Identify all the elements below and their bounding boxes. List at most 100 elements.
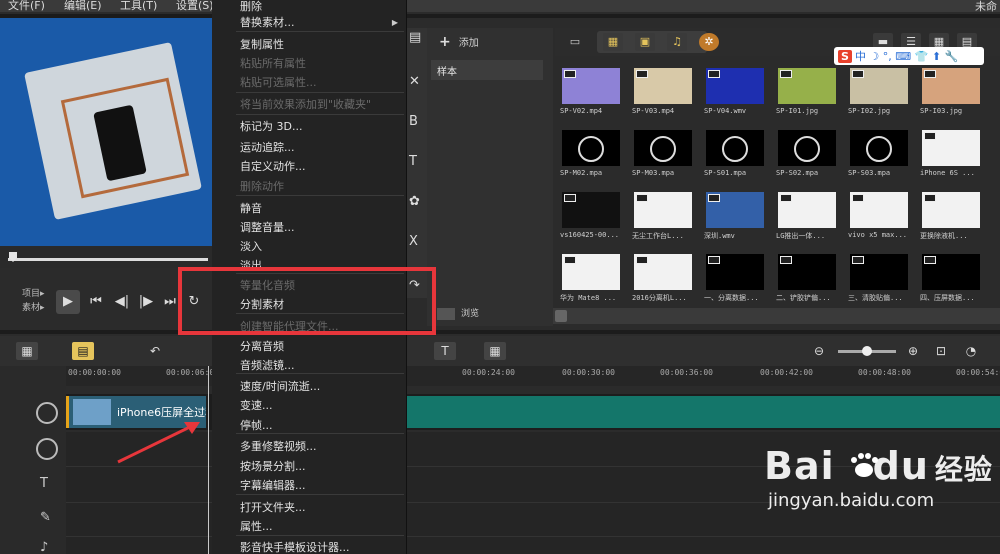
ime-toolbar[interactable]: S中 ☽ °, ⌨ 👕 ⬆ 🔧 [834,47,984,65]
media-icon[interactable]: ▤ [409,30,421,45]
reel-icon[interactable]: ✲ [699,33,719,51]
library-tile[interactable]: SP-V03.mp4 [632,66,694,124]
library-tile[interactable]: 华为 Mate8 ... [560,252,622,310]
library-tile[interactable]: vs160425-00... [560,190,622,248]
video-track-icon[interactable] [36,402,58,424]
next-frame-icon[interactable]: |▶ [136,292,156,312]
library-tile[interactable]: iPhone 6S ... [920,128,982,186]
library-tile[interactable]: 一、分离数据... [704,252,766,310]
menu-item-17[interactable]: 分离音频 [240,338,284,354]
library-tile[interactable]: SP-S02.mpa [776,128,838,186]
mode-clip[interactable]: 素材▸ [22,301,45,315]
menu-item-7[interactable]: 运动追踪... [240,139,295,155]
video-clip-selected[interactable] [406,396,1000,428]
film-icon [852,256,864,264]
image-filter-icon[interactable]: ▣ [635,33,655,51]
browse-button[interactable]: 浏览 [437,306,479,320]
menu-item-19[interactable]: 速度/时间流逝... [240,378,320,394]
menu-item-24[interactable]: 字幕编辑器... [240,477,306,493]
library-scrollbar[interactable] [553,308,1000,324]
library-tile[interactable]: SP-V02.mp4 [560,66,622,124]
menu-separator [236,535,404,536]
transition-icon[interactable]: ✕ [409,74,420,89]
library-tile[interactable]: SP-M02.mpa [560,128,622,186]
title-t-icon[interactable]: T [409,154,417,169]
menu-tools[interactable]: 工具(T) [120,0,157,13]
folder-icon[interactable]: ▭ [565,33,585,51]
menu-edit[interactable]: 编辑(E) [64,0,102,13]
tile-caption: SP-M02.mpa [560,169,603,177]
library-tile[interactable]: SP-I01.jpg [776,66,838,124]
library-tile[interactable]: 更换除液机... [920,190,982,248]
menu-item-18[interactable]: 音频滤镜... [240,357,295,373]
menu-item-12[interactable]: 淡入 [240,238,262,254]
library-tile[interactable]: SP-I03.jpg [920,66,982,124]
zoom-slider[interactable] [838,346,896,356]
multi-track-icon[interactable]: ▦ [484,342,506,360]
tile-caption: SP-V03.mp4 [632,107,675,115]
title-b-icon[interactable]: B [409,114,418,129]
end-icon[interactable]: ⏭ [160,292,180,312]
menu-item-26[interactable]: 属性... [240,518,273,534]
menu-item-8[interactable]: 自定义动作... [240,158,306,174]
menu-item-10[interactable]: 静音 [240,200,262,216]
tile-caption: 无尘工作台L... [632,232,684,240]
scrubber-track[interactable] [8,258,208,261]
clock-icon[interactable]: ◔ [960,342,982,360]
library-tile[interactable]: 三、清胶贴偏... [848,252,910,310]
music-track-icon[interactable]: ♪ [40,540,48,554]
audio-filter-icon[interactable]: ♫ [667,33,687,51]
menu-item-6[interactable]: 标记为 3D... [240,118,302,134]
library-tile[interactable]: 深圳.wmv [704,190,766,248]
menu-item-11[interactable]: 调整音量... [240,219,295,235]
storyboard-view-icon[interactable]: ▦ [16,342,38,360]
start-icon[interactable]: ⏮ [86,292,106,312]
library-tile[interactable]: 2016分离机L... [632,252,694,310]
menu-item-2[interactable]: 复制属性 [240,36,284,52]
library-tile[interactable]: 二、铲胶铲偏... [776,252,838,310]
prev-frame-icon[interactable]: ◀| [112,292,132,312]
library-tile[interactable]: 无尘工作台L... [632,190,694,248]
library-tile[interactable]: SP-V04.wmv [704,66,766,124]
tile-thumbnail [778,192,836,228]
fit-icon[interactable]: ⊡ [930,342,952,360]
overlay-track-icon[interactable] [36,438,58,460]
mode-project[interactable]: 项目▸ [22,287,45,301]
menu-item-22[interactable]: 多重修整视频... [240,438,317,454]
title-track-label-icon[interactable]: T [40,476,48,491]
play-icon[interactable]: ▶ [56,290,80,314]
menu-item-0[interactable]: 删除 [240,0,262,14]
library-tile[interactable]: LG推出一体... [776,190,838,248]
filter-icon[interactable]: ✿ [409,194,420,209]
title-track-icon[interactable]: T [434,342,456,360]
menu-item-27[interactable]: 影音快手模板设计器... [240,539,350,554]
menu-item-21[interactable]: 停帧... [240,417,273,433]
film-icon [924,256,936,264]
add-folder-button[interactable]: + 添加 [439,34,479,50]
zoom-out-icon[interactable]: ⊖ [808,342,830,360]
preview-scrubber[interactable] [0,246,212,268]
menu-item-1[interactable]: 替换素材... [240,14,295,30]
fx-icon[interactable]: X [409,234,418,249]
scroll-left-icon[interactable] [555,310,567,322]
library-tile[interactable]: vivo x5 max... [848,190,910,248]
zoom-in-icon[interactable]: ⊕ [902,342,924,360]
menu-item-20[interactable]: 变速... [240,397,273,413]
timeline-view-icon[interactable]: ▤ [72,342,94,360]
video-filter-icon[interactable]: ▦ [603,33,623,51]
folder-item-sample[interactable]: 样本 [431,60,543,80]
library-tile[interactable]: 四、压屏数据... [920,252,982,310]
timeline-ruler[interactable]: 00:00:00:00 00:00:06:00 00:00:24:00 00:0… [66,366,1000,386]
undo-icon[interactable]: ↶ [144,342,166,360]
library-tile[interactable]: SP-S01.mpa [704,128,766,186]
menu-item-23[interactable]: 按场景分割... [240,458,306,474]
menu-item-9: 删除动作 [240,180,284,193]
menu-item-25[interactable]: 打开文件夹... [240,499,306,515]
menu-file[interactable]: 文件(F) [8,0,45,13]
voice-track-icon[interactable]: ✎ [40,510,51,525]
library-tile[interactable]: SP-S03.mpa [848,128,910,186]
library-tile[interactable]: SP-I02.jpg [848,66,910,124]
library-tile[interactable]: SP-M03.mpa [632,128,694,186]
menu-settings[interactable]: 设置(S) [176,0,214,13]
zoom-handle[interactable] [862,346,872,356]
